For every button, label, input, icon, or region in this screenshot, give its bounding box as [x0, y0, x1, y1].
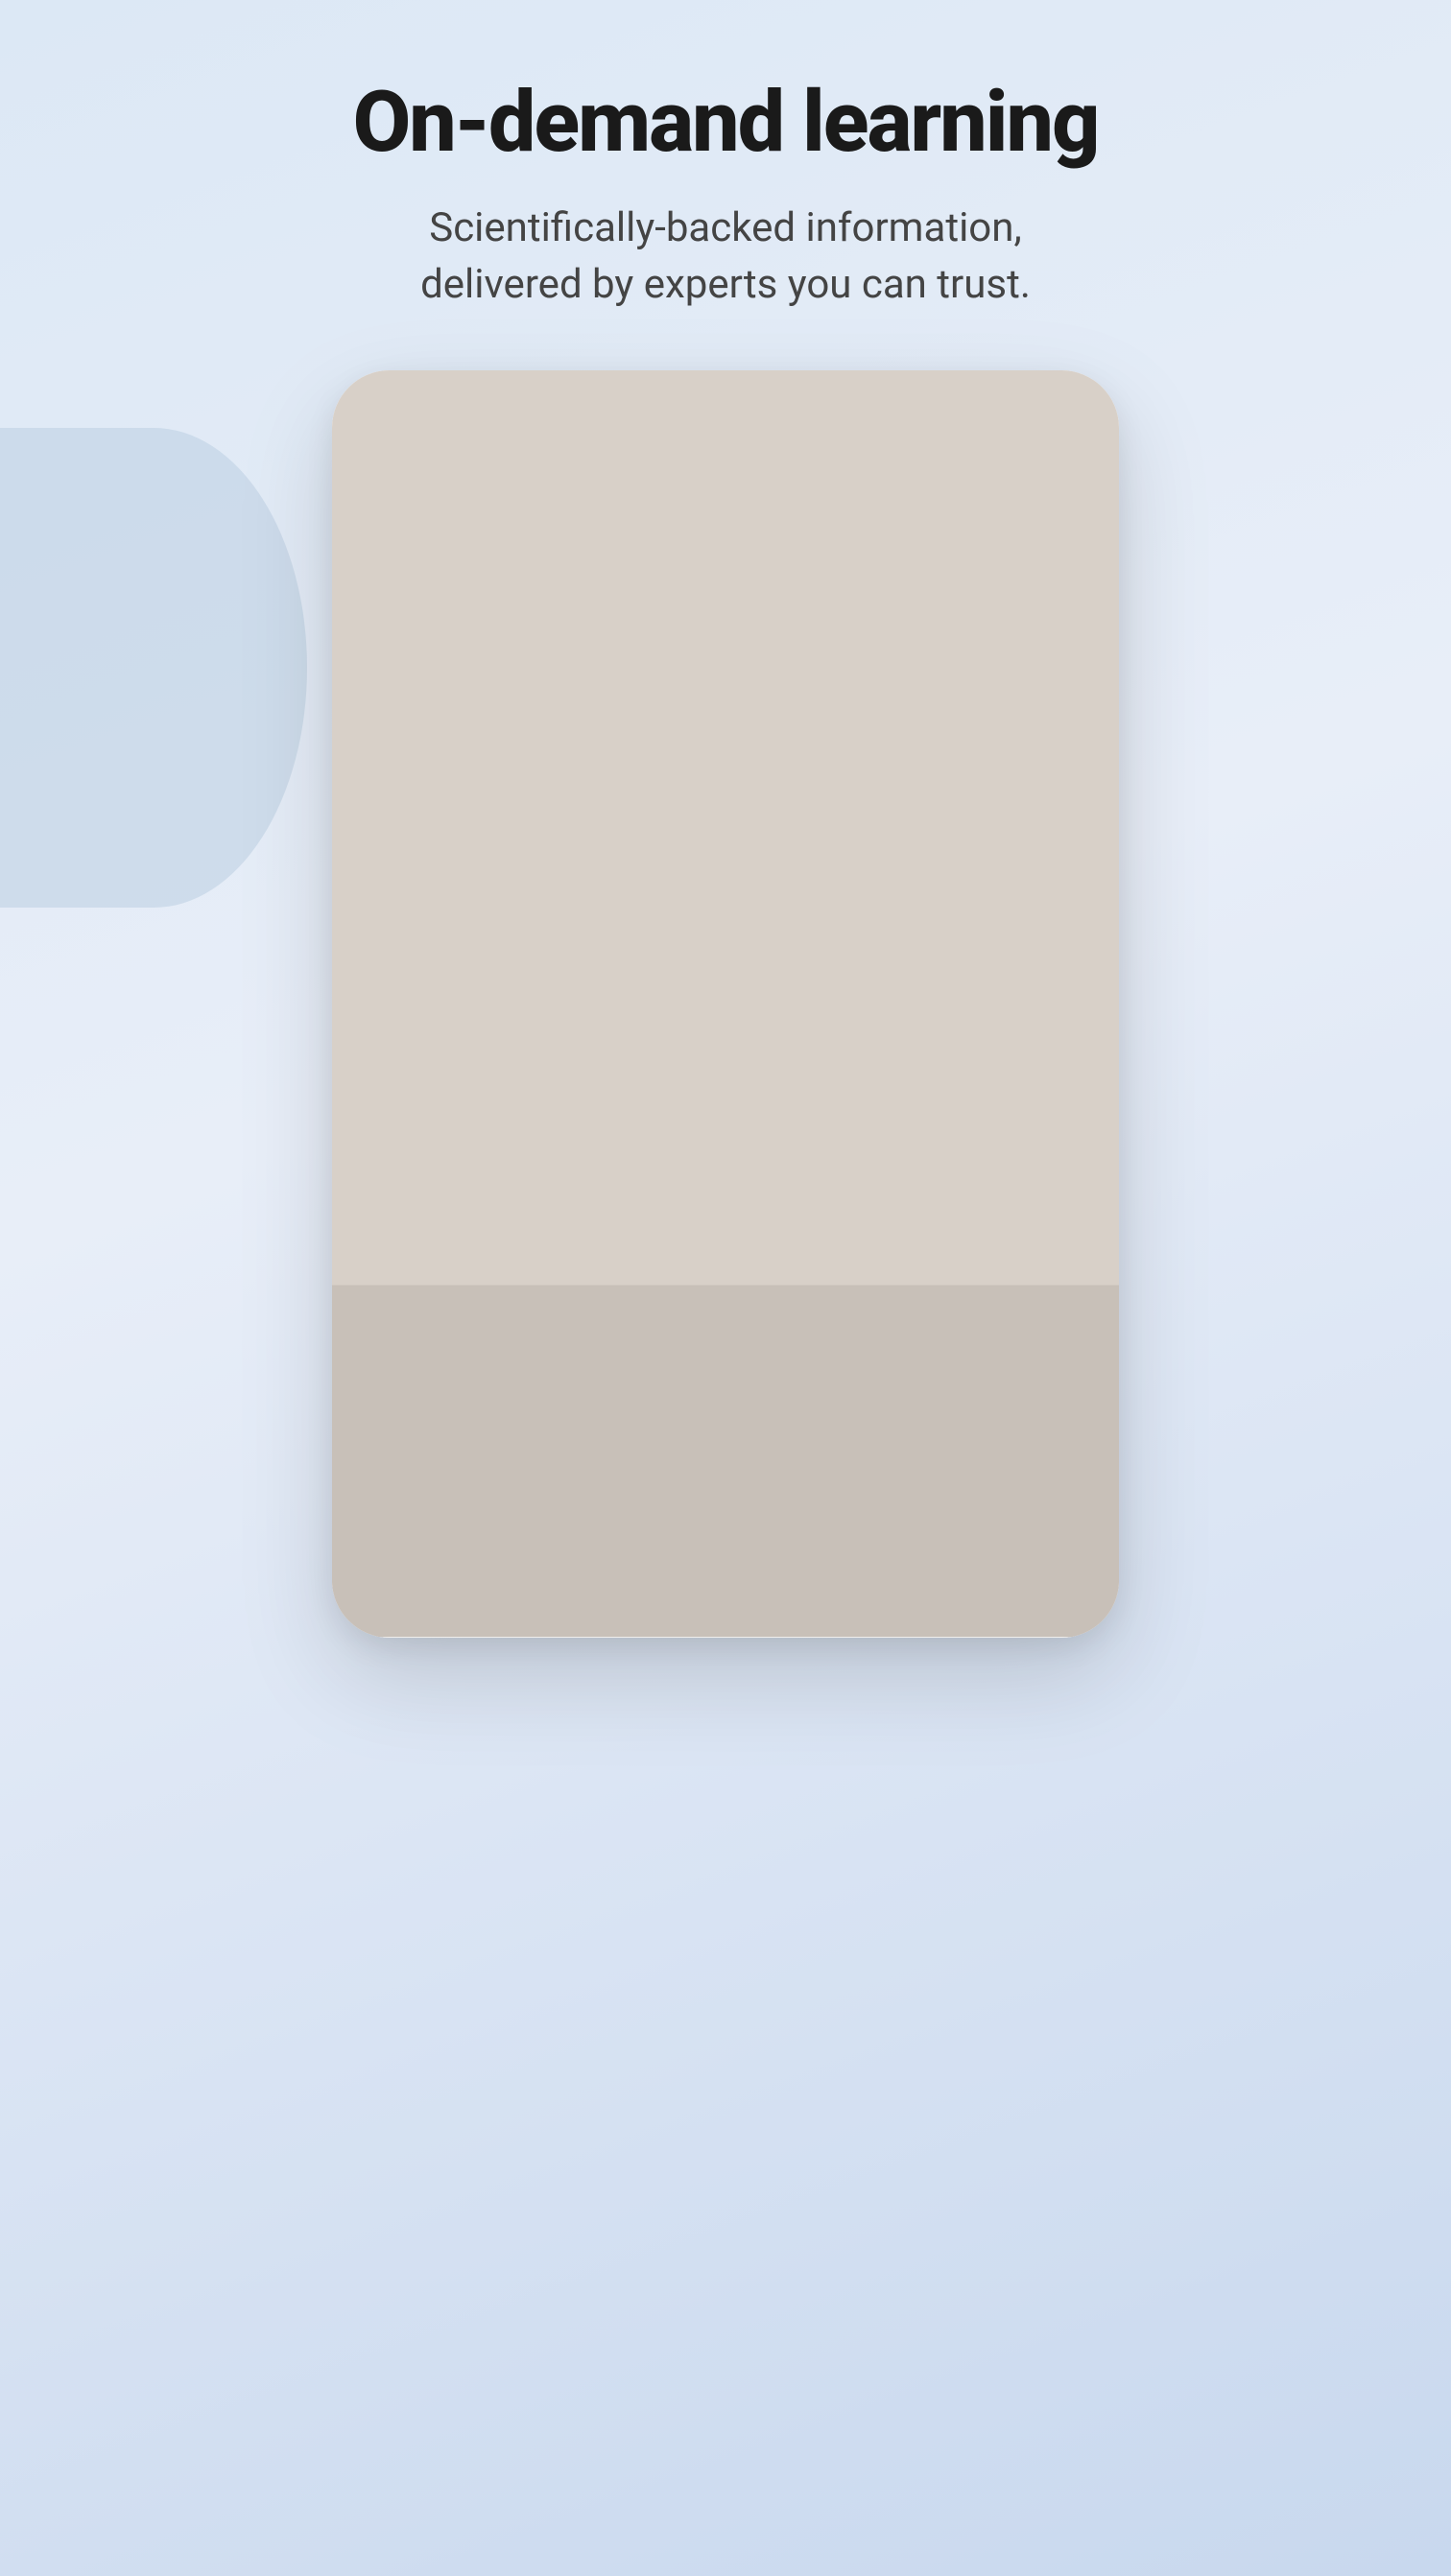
hero-section: On-demand learning Scientifically-backed…: [296, 77, 1156, 313]
hero-title: On-demand learning: [353, 77, 1099, 170]
phone-mockup: Academy Search All: [332, 370, 1119, 1637]
phone-container: Academy Search All: [0, 370, 1451, 1637]
new-in-section: New in: [332, 1272, 1119, 1510]
hero-subtitle: Scientifically-backed information,delive…: [353, 201, 1099, 314]
new-in-cards: [332, 1337, 1119, 1510]
new-card-2-image: [729, 1337, 921, 1510]
blob-decoration: [0, 428, 307, 908]
new-card-2[interactable]: [729, 1337, 921, 1510]
